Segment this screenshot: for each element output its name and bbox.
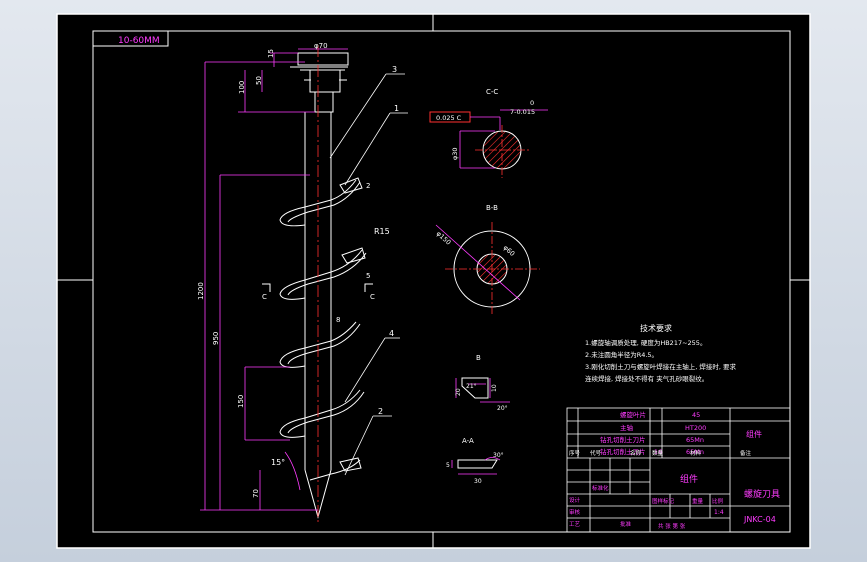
dim-top-dia: φ70 [314, 42, 328, 50]
parts-row-2-name: 主轴 [620, 423, 634, 432]
header-qty: 数量 [652, 449, 664, 457]
dim-950: 950 [212, 332, 220, 345]
weight-label: 图样标记 [652, 497, 675, 505]
cc-dim-top: 0 [530, 99, 534, 107]
process-label: 工艺 [569, 521, 581, 528]
callout-2: 2 [378, 407, 383, 416]
dim-8: 8 [336, 316, 340, 324]
detail-b-dim-angle2: 20° [497, 405, 508, 412]
tolerance-text: 0.025 C [436, 114, 462, 122]
dim-1200: 1200 [197, 282, 205, 300]
dim-5: 5 [366, 272, 370, 280]
dim-r15: R15 [374, 227, 390, 236]
notes-line-3: 3.刚化切削土刀与螺旋叶焊接在主轴上, 焊接时, 要求 [585, 362, 736, 371]
parts-row-3-mat: 65Mn [686, 436, 704, 444]
detail-b-title: B [476, 354, 481, 362]
notes-title: 技术要求 [640, 323, 672, 333]
header-name: 名称 [630, 449, 642, 457]
dim-70: 70 [252, 489, 260, 498]
section-aa-title: A-A [462, 437, 474, 445]
approver-label: 批准 [620, 520, 632, 528]
dim-100: 100 [238, 81, 246, 94]
section-cc-title: C-C [486, 88, 498, 96]
parts-row-2-mat: HT200 [685, 424, 706, 432]
scale-value: 1:4 [714, 509, 724, 516]
drawing-sheet [56, 13, 811, 549]
dim-2: 2 [366, 182, 370, 190]
drawing-no: JNKC-04 [743, 515, 776, 524]
scale-label: 比例 [712, 497, 724, 505]
parts-row-3-name: 钻孔切削土刀片 [600, 435, 646, 444]
header-code: 代号 [590, 449, 602, 457]
cc-dim-tol: 7-0.015 [510, 108, 535, 116]
parts-row-1-name: 螺旋叶片 [620, 410, 646, 419]
assembly-label: 组件 [746, 429, 762, 439]
notes-line-2: 2.未注圆角半径为R4.5。 [585, 350, 658, 359]
cc-dim-side: φ30 [451, 147, 459, 160]
section-c-left: C [262, 293, 267, 301]
notes-line-1: 1.螺旋轴调质处理, 硬度为HB217~255。 [585, 338, 706, 347]
callout-1: 1 [394, 104, 399, 113]
material-label: 组件 [680, 473, 698, 485]
section-c-right: C [370, 293, 375, 301]
aa-dim-30: 30 [474, 478, 482, 485]
aa-dim-angle: 30° [493, 452, 504, 459]
header-no: 序号 [569, 449, 581, 457]
callout-3-top: 3 [392, 65, 397, 74]
parts-row-1-mat: 45 [692, 411, 700, 419]
detail-b-dim-10: 10 [491, 384, 498, 392]
cad-drawing-viewport: 10-60MM φ70 15 100 50 1200 950 150 70 15… [56, 13, 811, 549]
dim-150: 150 [237, 395, 245, 408]
designer-label: 设计 [569, 496, 581, 504]
header-material: 材料 [690, 449, 702, 457]
detail-b-dim-angle: 21° [466, 383, 477, 390]
section-bb-title: B-B [486, 204, 498, 212]
dim-angle-15: 15° [271, 458, 285, 467]
aa-dim-5: 5 [446, 462, 450, 469]
checker-label: 审核 [569, 508, 581, 516]
sheet-label: 共 张 第 张 [658, 522, 686, 530]
dim-15: 15 [267, 49, 275, 58]
notes-line-4: 连续焊接, 焊接处不得有 夹气孔砂眼裂纹。 [585, 374, 708, 383]
qty-label: 重量 [692, 497, 704, 505]
dim-50: 50 [255, 76, 263, 85]
callout-4: 4 [389, 329, 394, 338]
drawing-id-text: 10-60MM [118, 36, 160, 46]
header-remark: 备注 [740, 449, 752, 457]
std-label: 标准化 [592, 484, 609, 492]
detail-b-dim-20: 20 [455, 388, 462, 396]
part-name: 螺旋刀具 [744, 488, 780, 500]
